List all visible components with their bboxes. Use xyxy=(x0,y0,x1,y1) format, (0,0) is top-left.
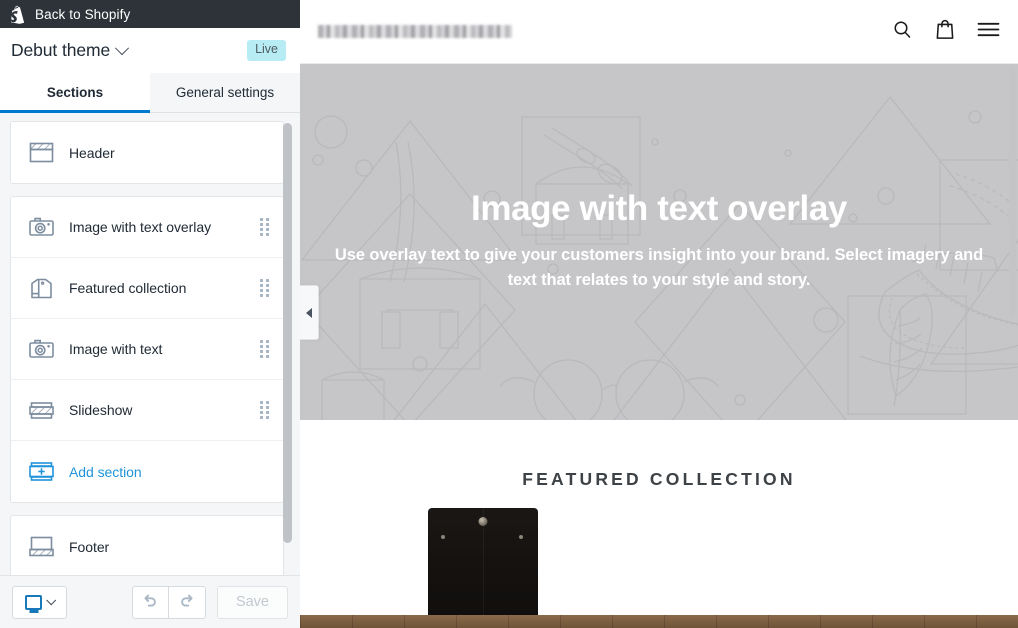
sidebar-item-header[interactable]: Header xyxy=(11,122,283,183)
section-group-footer: Footer xyxy=(10,515,284,575)
sidebar-item-label: Header xyxy=(69,144,115,161)
theme-name-label: Debut theme xyxy=(11,40,111,60)
tab-sections-label: Sections xyxy=(46,85,104,100)
sidebar-scrollbar-thumb[interactable] xyxy=(283,123,292,543)
sidebar-item-label: Featured collection xyxy=(69,280,187,296)
shirt-icon xyxy=(27,274,63,303)
theme-preview-pane: Image with text overlay Use overlay text… xyxy=(300,0,1018,628)
device-selector-button[interactable] xyxy=(12,585,67,619)
featured-collection-section[interactable]: FEATURED COLLECTION xyxy=(300,420,1018,628)
drag-handle-icon[interactable] xyxy=(260,279,271,297)
hero-image-with-text-overlay[interactable]: Image with text overlay Use overlay text… xyxy=(300,64,1018,420)
hero-paragraph: Use overlay text to give your customers … xyxy=(334,245,984,290)
camera-icon xyxy=(27,335,63,364)
store-name-redacted xyxy=(318,25,512,38)
sidebar-item-label: Slideshow xyxy=(69,402,133,418)
slideshow-icon xyxy=(27,396,63,425)
add-section-icon xyxy=(27,457,63,486)
shopping-bag-icon[interactable] xyxy=(935,18,955,45)
collapse-sidebar-handle[interactable] xyxy=(300,285,319,340)
theme-bar: Debut theme Live xyxy=(0,28,300,73)
product-image-black-jeans[interactable] xyxy=(428,508,538,628)
product-floor-backdrop xyxy=(300,615,1018,628)
product-grid xyxy=(300,508,1018,628)
featured-collection-title: FEATURED COLLECTION xyxy=(522,469,796,489)
status-badge: Live xyxy=(247,40,286,61)
section-group-body: Image with text overlay Featured collect… xyxy=(10,196,284,503)
undo-arrow-icon xyxy=(142,591,159,613)
editor-toolbar: Save xyxy=(0,575,300,628)
sidebar-item-slideshow[interactable]: Slideshow xyxy=(11,380,283,441)
jeans-rivet-left xyxy=(441,535,445,539)
sidebar-item-label: Image with text overlay xyxy=(69,219,212,235)
add-section-button[interactable]: Add section xyxy=(11,441,283,502)
tab-general-settings[interactable]: General settings xyxy=(150,73,300,112)
preview-scrollbar-thumb[interactable] xyxy=(1009,66,1016,316)
sidebar-item-footer[interactable]: Footer xyxy=(11,516,283,575)
sections-scroll-area: Header Image with text overlay Featured … xyxy=(0,113,300,575)
camera-icon xyxy=(27,213,63,242)
drag-handle-icon[interactable] xyxy=(260,401,271,419)
toolbar-actions: Save xyxy=(131,585,288,619)
monitor-icon xyxy=(25,594,42,610)
section-group-header: Header xyxy=(10,121,284,184)
sidebar-item-image-with-text-overlay[interactable]: Image with text overlay xyxy=(11,197,283,258)
tab-general-settings-label: General settings xyxy=(175,85,275,100)
redo-button[interactable] xyxy=(168,585,206,619)
chevron-down-icon xyxy=(46,594,57,605)
tab-sections[interactable]: Sections xyxy=(0,73,150,113)
editor-sidebar: Back to Shopify Debut theme Live Section… xyxy=(0,0,300,628)
storefront-header xyxy=(300,0,1018,64)
header-layout-icon xyxy=(27,138,63,167)
theme-selector[interactable]: Debut theme xyxy=(11,40,130,61)
sidebar-item-featured-collection[interactable]: Featured collection xyxy=(11,258,283,319)
shopify-bag-icon xyxy=(9,5,26,24)
undo-button[interactable] xyxy=(131,585,169,619)
theme-editor-app: Back to Shopify Debut theme Live Section… xyxy=(0,0,1018,628)
drag-handle-icon[interactable] xyxy=(260,218,271,236)
undo-redo-group xyxy=(131,585,206,619)
drag-handle-icon[interactable] xyxy=(260,340,271,358)
storefront-header-icons xyxy=(892,18,1000,45)
chevron-down-icon xyxy=(115,40,130,55)
add-section-label: Add section xyxy=(69,463,142,480)
search-icon[interactable] xyxy=(892,19,913,45)
jeans-rivet-right xyxy=(519,535,523,539)
back-to-shopify-label: Back to Shopify xyxy=(35,6,131,22)
sidebar-scrollbar-track[interactable] xyxy=(283,117,296,571)
sidebar-item-image-with-text[interactable]: Image with text xyxy=(11,319,283,380)
hamburger-menu-icon[interactable] xyxy=(977,20,1000,44)
save-button[interactable]: Save xyxy=(216,585,288,619)
jeans-seam xyxy=(483,508,484,628)
hero-heading: Image with text overlay xyxy=(471,189,847,229)
back-to-shopify-bar[interactable]: Back to Shopify xyxy=(0,0,300,28)
redo-arrow-icon xyxy=(178,591,195,613)
sidebar-item-label: Image with text xyxy=(69,341,163,357)
triangle-left-icon xyxy=(306,307,312,318)
hero-text-block: Image with text overlay Use overlay text… xyxy=(300,64,1018,420)
footer-layout-icon xyxy=(27,532,63,561)
save-button-label: Save xyxy=(235,594,269,610)
sidebar-item-label: Footer xyxy=(69,538,110,555)
sidebar-tabs: Sections General settings xyxy=(0,73,300,113)
